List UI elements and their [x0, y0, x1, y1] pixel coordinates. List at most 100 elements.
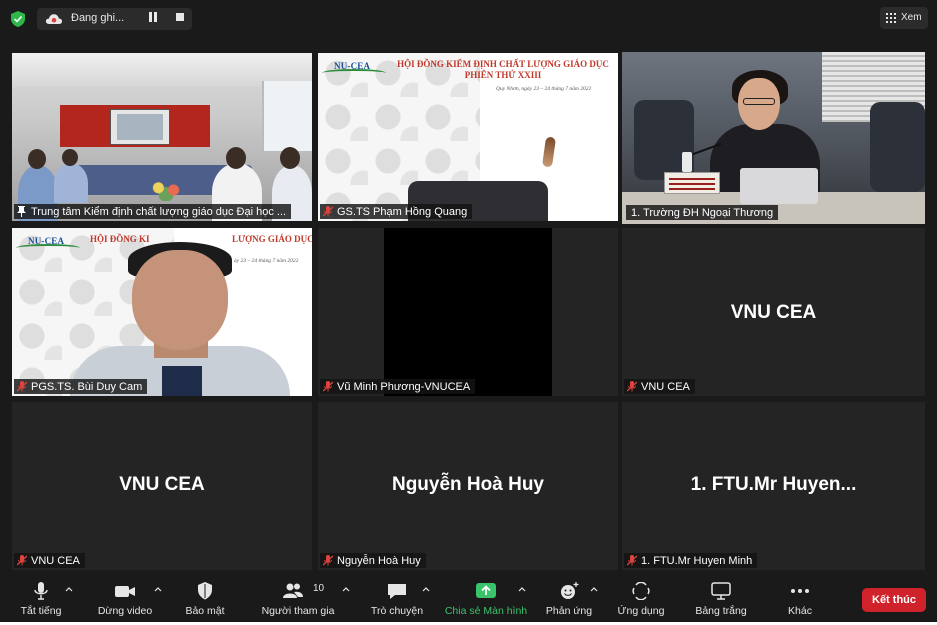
- chat-bubble-icon: [388, 584, 406, 599]
- video-tile[interactable]: NU-CEA HỘI ĐỒNG KIỂM ĐỊNH CHẤT LƯỢNG GIÁ…: [318, 53, 618, 221]
- participant-name: GS.TS Phạm Hồng Quang: [337, 205, 468, 218]
- reactions-label: Phản ứng: [545, 605, 593, 617]
- mic-muted-icon: [323, 381, 333, 392]
- participant-name: Trung tâm Kiểm định chất lượng giáo dục …: [31, 205, 287, 218]
- room-projector-screen: [110, 109, 170, 145]
- attendee-head: [28, 149, 46, 169]
- participant-display-name: Nguyễn Hoà Huy: [391, 474, 545, 495]
- whiteboard-icon: [711, 582, 731, 600]
- chat-label: Trò chuyện: [370, 605, 424, 617]
- recording-label: Đang ghi...: [71, 12, 125, 24]
- chevron-up-icon[interactable]: [342, 586, 350, 592]
- shield-icon: [198, 582, 212, 600]
- participant-collar: [162, 366, 202, 396]
- attendee-head: [226, 147, 246, 169]
- chair: [870, 102, 925, 192]
- participants-icon: [283, 583, 303, 598]
- participant-name: Nguyễn Hoà Huy: [337, 554, 421, 567]
- room-window: [262, 81, 312, 151]
- pause-recording-button[interactable]: [148, 12, 159, 23]
- security-button[interactable]: Bảo mật: [180, 575, 230, 625]
- participant-face: [132, 250, 228, 350]
- mute-label: Tắt tiếng: [20, 605, 62, 617]
- chat-button[interactable]: Trò chuyện: [366, 575, 428, 625]
- chevron-up-icon[interactable]: [590, 586, 598, 592]
- mic-muted-icon: [323, 206, 333, 217]
- speaker-glasses: [743, 98, 775, 105]
- view-button[interactable]: Xem: [880, 7, 928, 29]
- slide-title: HỘI ĐỒNG KIỂM ĐỊNH CHẤT LƯỢNG GIÁO DỤC P…: [397, 59, 609, 80]
- view-label: Xem: [901, 12, 922, 23]
- chevron-up-icon[interactable]: [154, 586, 162, 592]
- participant-name: VNU CEA: [31, 554, 80, 567]
- slide-title-partial: LƯỢNG GIÁO DỤC: [232, 234, 312, 244]
- pin-icon: [17, 206, 26, 217]
- black-video-feed: [384, 228, 552, 396]
- video-tile[interactable]: Vũ Minh Phương-VNUCEA: [318, 228, 618, 396]
- participant-nameplate: GS.TS Phạm Hồng Quang: [320, 204, 473, 219]
- chevron-up-icon[interactable]: [518, 586, 526, 592]
- participant-nameplate: 1. FTU.Mr Huyen Minh: [624, 553, 758, 568]
- chevron-up-icon[interactable]: [65, 586, 73, 592]
- participants-button[interactable]: 10 Người tham gia: [258, 575, 338, 625]
- participant-display-name: 1. FTU.Mr Huyen...: [690, 474, 857, 495]
- mic-muted-icon: [627, 555, 637, 566]
- apps-button[interactable]: Ứng dụng: [612, 575, 670, 625]
- microphone-icon: [34, 582, 48, 600]
- reactions-button[interactable]: Phản ứng: [540, 575, 598, 625]
- participant-nameplate: VNU CEA: [624, 379, 695, 394]
- participant-nameplate: VNU CEA: [14, 553, 85, 568]
- more-dots-icon: [791, 589, 809, 593]
- share-screen-icon: [476, 583, 496, 598]
- mute-button[interactable]: Tắt tiếng: [12, 575, 70, 625]
- video-tile[interactable]: Trung tâm Kiểm định chất lượng giáo dục …: [12, 53, 312, 221]
- apps-icon: [632, 582, 650, 600]
- video-tile[interactable]: NU-CEA HỘI ĐỒNG KI LƯỢNG GIÁO DỤC ày 23 …: [12, 228, 312, 396]
- emoji-plus-icon: [561, 582, 579, 599]
- participants-count: 10: [313, 583, 325, 594]
- participant-display-name: VNU CEA: [119, 474, 205, 495]
- mic-muted-icon: [17, 555, 27, 566]
- participant-name: PGS.TS. Bùi Duy Cam: [31, 380, 143, 393]
- grid-view-icon: [886, 13, 896, 23]
- stop-video-button[interactable]: Dừng video: [94, 575, 156, 625]
- whiteboard-label: Bảng trắng: [695, 605, 747, 617]
- security-shield-icon[interactable]: [11, 11, 25, 27]
- participant-nameplate: Trung tâm Kiểm định chất lượng giáo dục …: [14, 204, 292, 219]
- participant-name: 1. FTU.Mr Huyen Minh: [641, 554, 753, 567]
- attendee-head: [280, 147, 300, 169]
- participant-nameplate: Vũ Minh Phương-VNUCEA: [320, 379, 476, 394]
- participant-name: Vũ Minh Phương-VNUCEA: [337, 380, 471, 393]
- flower-arrangement: [147, 179, 185, 201]
- apps-label: Ứng dụng: [617, 605, 665, 617]
- attendee-head: [62, 149, 78, 166]
- whiteboard-button[interactable]: Bảng trắng: [690, 575, 752, 625]
- cloud-recording-icon: [45, 14, 63, 24]
- participant-name: 1. Trường ĐH Ngoại Thương: [631, 206, 774, 219]
- stop-recording-button[interactable]: [176, 13, 184, 21]
- chevron-up-icon[interactable]: [422, 586, 430, 592]
- video-tile[interactable]: VNU CEA VNU CEA: [622, 228, 925, 396]
- video-tile[interactable]: 1. FTU.Mr Huyen... 1. FTU.Mr Huyen Minh: [622, 402, 925, 570]
- video-tile[interactable]: Nguyễn Hoà Huy Nguyễn Hoà Huy: [318, 402, 618, 570]
- participant-nameplate: Nguyễn Hoà Huy: [320, 553, 426, 568]
- security-label: Bảo mật: [185, 605, 225, 617]
- share-screen-button[interactable]: Chia sẻ Màn hình: [440, 575, 532, 625]
- slide-date: Quy Nhơn, ngày 23 – 24 tháng 7 năm 2022: [496, 86, 592, 92]
- vnu-cea-logo: NU-CEA: [322, 59, 392, 79]
- share-screen-label: Chia sẻ Màn hình: [444, 605, 528, 617]
- top-bar: Đang ghi... Xem: [0, 0, 937, 40]
- participant-nameplate: PGS.TS. Bùi Duy Cam: [14, 379, 148, 394]
- end-meeting-button[interactable]: Kết thúc: [862, 588, 926, 612]
- laptop: [740, 168, 818, 204]
- video-tile[interactable]: VNU CEA VNU CEA: [12, 402, 312, 570]
- more-button[interactable]: Khác: [776, 575, 824, 625]
- video-camera-icon: [115, 586, 135, 597]
- participants-label: Người tham gia: [261, 605, 335, 617]
- zoom-meeting-window: Đang ghi... Xem Trung tâm Kiểm định chất…: [0, 0, 937, 625]
- stop-video-label: Dừng video: [97, 605, 153, 617]
- more-label: Khác: [788, 605, 812, 617]
- participant-nameplate: 1. Trường ĐH Ngoại Thương: [626, 205, 779, 220]
- mic-muted-icon: [17, 381, 27, 392]
- active-speaker-tile[interactable]: 1. Trường ĐH Ngoại Thương: [622, 52, 925, 224]
